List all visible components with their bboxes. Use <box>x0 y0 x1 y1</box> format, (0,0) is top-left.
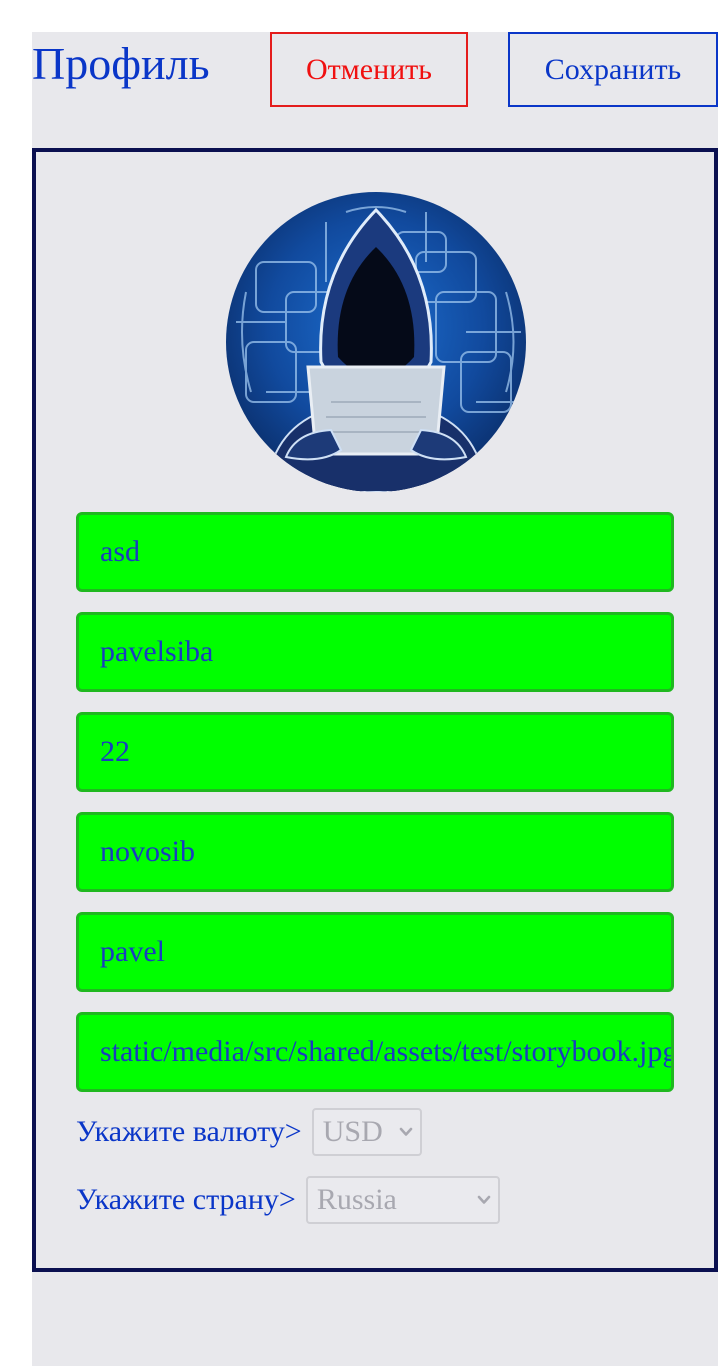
last-name-field[interactable] <box>76 912 674 992</box>
country-row: Укажите страну> Russia <box>76 1176 500 1224</box>
save-button[interactable]: Сохранить <box>508 32 718 107</box>
city-field[interactable] <box>76 812 674 892</box>
profile-page: Профиль Отменить Сохранить asd pavelsiba… <box>32 32 718 1366</box>
currency-label: Укажите валюту> <box>76 1115 302 1148</box>
first-name-field[interactable] <box>76 512 674 592</box>
hacker-avatar-icon <box>226 192 526 492</box>
age-field[interactable] <box>76 712 674 792</box>
avatar <box>226 192 526 492</box>
currency-select[interactable]: USD <box>311 1108 422 1156</box>
country-selected-value: Russia <box>316 1183 397 1216</box>
page-title: Профиль <box>32 38 210 89</box>
currency-row: Укажите валюту> USD <box>76 1108 422 1156</box>
currency-selected-value: USD <box>322 1115 383 1148</box>
username-field[interactable] <box>76 612 674 692</box>
profile-card: Укажите валюту> USD Укажите страну> Russ… <box>32 148 718 1272</box>
avatar-url-field[interactable] <box>76 1012 674 1092</box>
cancel-button[interactable]: Отменить <box>270 32 468 107</box>
profile-header: Профиль Отменить Сохранить <box>32 32 718 108</box>
country-label: Укажите страну> <box>76 1183 296 1216</box>
chevron-down-icon <box>399 1127 413 1136</box>
country-select[interactable]: Russia <box>305 1176 500 1224</box>
chevron-down-icon <box>477 1195 491 1204</box>
